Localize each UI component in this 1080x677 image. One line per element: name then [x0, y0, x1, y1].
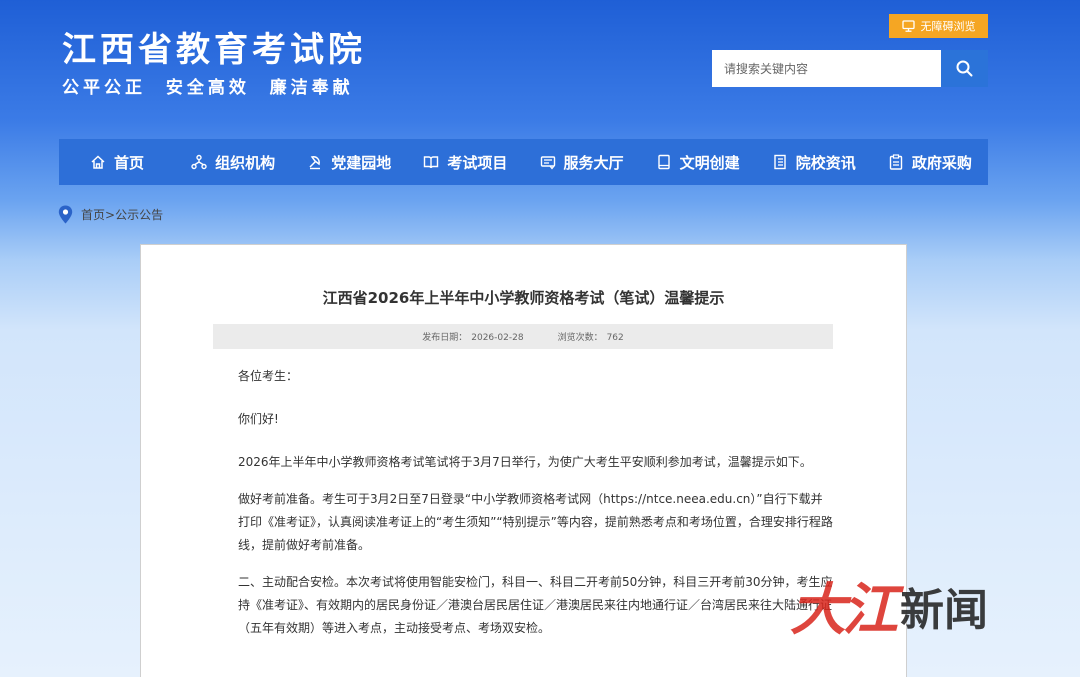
nav-item-party[interactable]: 党建园地 — [291, 139, 407, 185]
breadcrumb: 首页>公示公告 — [58, 205, 163, 224]
nav-item-procurement[interactable]: 政府采购 — [872, 139, 988, 185]
nav-label: 文明创建 — [679, 153, 740, 172]
accessibility-label: 无障碍浏览 — [920, 20, 976, 33]
monitor-icon — [901, 20, 915, 32]
service-icon — [540, 156, 555, 170]
org-icon — [191, 154, 207, 170]
book-icon — [424, 156, 439, 169]
watermark-black-text: 新闻 — [900, 584, 988, 636]
nav-label: 党建园地 — [331, 153, 392, 172]
doc-icon — [657, 154, 670, 170]
nav-label: 服务大厅 — [563, 153, 624, 172]
article-title: 江西省2026年上半年中小学教师资格考试（笔试）温馨提示 — [322, 289, 725, 307]
breadcrumb-home-link[interactable]: 首页 — [81, 208, 105, 222]
home-icon — [91, 155, 105, 169]
greeting: 各位考生： — [238, 369, 299, 383]
nav-item-home[interactable]: 首页 — [59, 139, 175, 185]
location-pin-icon — [58, 205, 73, 224]
nav-item-organization[interactable]: 组织机构 — [175, 139, 291, 185]
clipboard-icon — [889, 154, 903, 170]
accessibility-button[interactable]: 无障碍浏览 — [889, 14, 988, 38]
main-nav: 首页 组织机构 党建园地 考试项目 服务大厅 文明创建 院校资讯 政府采购 — [59, 139, 988, 185]
nav-item-exams[interactable]: 考试项目 — [407, 139, 523, 185]
paragraph-2: 二、主动配合安检。本次考试将使用智能安检门，科目一、科目二开考前50分钟，科目三… — [238, 575, 833, 635]
nav-label: 组织机构 — [215, 153, 276, 172]
party-icon — [309, 156, 321, 170]
intro-paragraph: 2026年上半年中小学教师资格考试笔试将于3月7日举行，为使广大考生平安顺利参加… — [238, 455, 812, 469]
publish-date: 发布日期： 2026-02-28 — [422, 333, 524, 343]
nav-label: 考试项目 — [447, 153, 508, 172]
news-icon — [774, 154, 786, 170]
nav-label: 院校资讯 — [795, 153, 856, 172]
breadcrumb-current-link[interactable]: 公示公告 — [115, 208, 163, 222]
article-meta: 发布日期： 2026-02-28 浏览次数： 762 — [213, 324, 833, 349]
nav-item-college-news[interactable]: 院校资讯 — [756, 139, 872, 185]
view-count: 浏览次数： 762 — [557, 333, 624, 343]
article-panel: 江西省2026年上半年中小学教师资格考试（笔试）温馨提示 发布日期： 2026-0… — [140, 244, 907, 677]
site-slogan: 公平公正 安全高效 廉洁奉献 — [62, 78, 354, 98]
nav-item-civilization[interactable]: 文明创建 — [640, 139, 756, 185]
search-button[interactable] — [941, 50, 988, 87]
search-input[interactable] — [712, 50, 941, 87]
paragraph-1: 做好考前准备。考生可于3月2日至7日登录“中小学教师资格考试网（https://… — [238, 492, 833, 552]
nav-label: 首页 — [114, 153, 145, 172]
article-body: 各位考生： 你们好! 2026年上半年中小学教师资格考试笔试将于3月7日举行，为… — [238, 365, 834, 660]
search-icon — [956, 60, 973, 77]
hello: 你们好! — [238, 412, 279, 426]
nav-label: 政府采购 — [911, 153, 972, 172]
site-title: 江西省教育考试院 — [62, 30, 366, 70]
nav-item-service[interactable]: 服务大厅 — [524, 139, 640, 185]
breadcrumb-separator: > — [105, 208, 116, 222]
